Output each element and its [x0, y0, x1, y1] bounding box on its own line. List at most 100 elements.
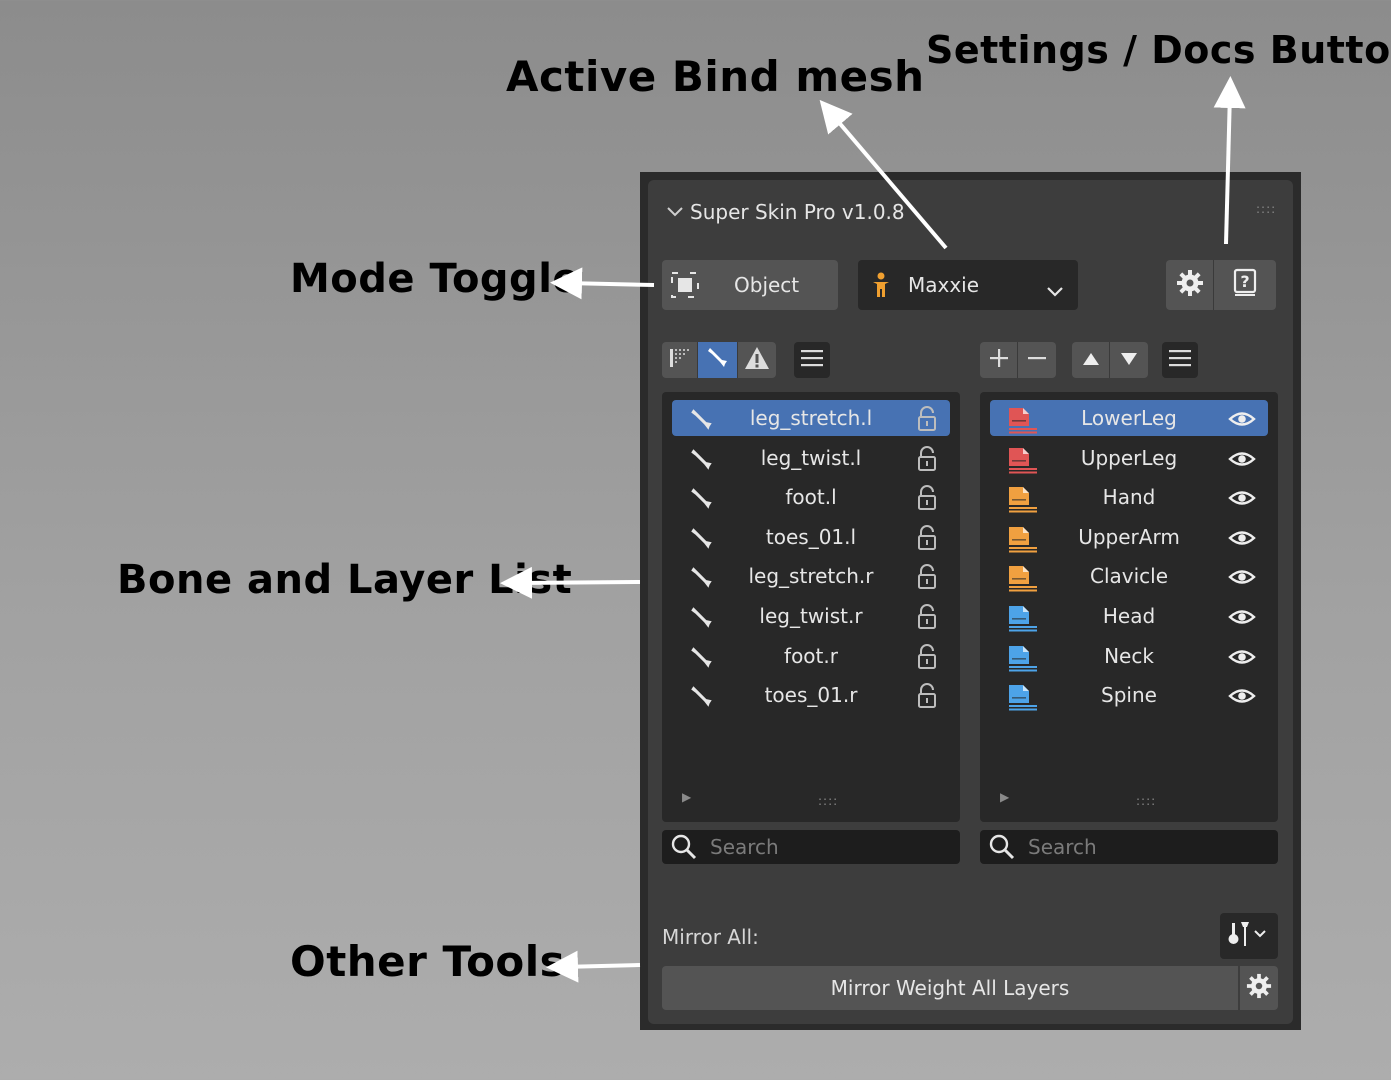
bone-list-item[interactable]: leg_stretch.l	[672, 400, 950, 436]
layer-list[interactable]: ▶ :::: LowerLegUpperLegHandUpperArmClavi…	[980, 392, 1278, 822]
panel-header[interactable]: Super Skin Pro v1.0.8	[666, 200, 905, 224]
bone-list[interactable]: ▶ :::: leg_stretch.lleg_twist.lfoot.ltoe…	[662, 392, 960, 822]
eye-icon[interactable]	[1228, 606, 1256, 633]
svg-text:?: ?	[1240, 272, 1249, 291]
search-icon	[988, 833, 1016, 866]
search-placeholder: Search	[1028, 835, 1097, 859]
layer-search-input[interactable]: Search	[980, 830, 1278, 864]
layer-list-item[interactable]: LowerLeg	[990, 400, 1268, 436]
tools-dropdown-button[interactable]	[1220, 913, 1278, 959]
layer-name: UpperLeg	[1080, 445, 1178, 470]
bone-list-item[interactable]: leg_twist.r	[672, 598, 950, 634]
annotation-other-tools: Other Tools	[290, 937, 566, 986]
layer-list-item[interactable]: Clavicle	[990, 558, 1268, 594]
armature-person-icon	[870, 272, 892, 303]
gear-icon	[1176, 269, 1204, 301]
layer-list-item[interactable]: Hand	[990, 479, 1268, 515]
remove-layer-button[interactable]	[1018, 342, 1056, 378]
triangle-up-icon	[1082, 351, 1100, 370]
search-placeholder: Search	[710, 835, 779, 859]
unlock-icon[interactable]	[916, 683, 938, 714]
layer-list-item[interactable]: UpperArm	[990, 519, 1268, 555]
layer-list-item[interactable]: UpperLeg	[990, 440, 1268, 476]
bone-list-item[interactable]: leg_stretch.r	[672, 558, 950, 594]
filter-warning-button[interactable]	[738, 342, 776, 378]
help-book-icon: ?	[1232, 268, 1258, 302]
bone-list-item[interactable]: foot.r	[672, 638, 950, 674]
bone-list-menu-button[interactable]	[794, 342, 830, 378]
gear-icon	[1246, 973, 1272, 1004]
annotation-active-bind-mesh: Active Bind mesh	[506, 52, 925, 101]
bone-list-item[interactable]: toes_01.l	[672, 519, 950, 555]
search-icon	[670, 833, 698, 866]
eye-icon[interactable]	[1228, 566, 1256, 593]
panel-title: Super Skin Pro v1.0.8	[690, 200, 905, 224]
eye-icon[interactable]	[1228, 527, 1256, 554]
bone-name: leg_stretch.r	[748, 564, 874, 589]
chevron-down-icon	[666, 203, 684, 222]
mode-label: Object	[734, 273, 800, 297]
unlock-icon[interactable]	[916, 445, 938, 477]
add-layer-button[interactable]	[980, 342, 1018, 378]
layer-name: Spine	[1101, 683, 1157, 708]
filter-grid-button[interactable]	[662, 342, 698, 378]
chevron-down-icon	[1046, 279, 1064, 303]
bone-name: leg_twist.l	[760, 445, 862, 470]
layer-list-menu-button[interactable]	[1162, 342, 1198, 378]
vertex-group-icon	[668, 346, 692, 374]
settings-button[interactable]	[1166, 260, 1214, 310]
layer-list-item[interactable]: Spine	[990, 677, 1268, 713]
annotation-mode-toggle: Mode Toggle	[290, 256, 581, 302]
drag-handle-icon[interactable]: ::::	[1256, 202, 1276, 216]
bone-list-item[interactable]: leg_twist.l	[672, 440, 950, 476]
bone-search-input[interactable]: Search	[662, 830, 960, 864]
annotation-bone-layer-list: Bone and Layer List	[117, 557, 573, 603]
bone-list-item[interactable]: foot.l	[672, 479, 950, 515]
triangle-down-icon	[1120, 351, 1138, 370]
unlock-icon[interactable]	[916, 524, 938, 556]
mesh-name: Maxxie	[908, 273, 980, 297]
move-layer-down-button[interactable]	[1110, 342, 1148, 378]
layer-name: LowerLeg	[1081, 406, 1177, 430]
move-layer-up-button[interactable]	[1072, 342, 1110, 378]
list-resize-handle-icon[interactable]: ::::	[1136, 794, 1156, 808]
unlock-icon[interactable]	[916, 406, 938, 437]
bone-list-item[interactable]: toes_01.r	[672, 677, 950, 713]
warning-icon	[743, 345, 771, 375]
annotation-settings-docs: Settings / Docs Button	[926, 28, 1391, 72]
unlock-icon[interactable]	[916, 564, 938, 595]
layer-name: Neck	[1104, 643, 1154, 668]
mesh-selector-dropdown[interactable]: Maxxie	[858, 260, 1078, 310]
bone-name: leg_stretch.l	[749, 406, 873, 430]
bone-name: foot.l	[785, 485, 837, 510]
mirror-settings-button[interactable]	[1240, 966, 1278, 1010]
mode-toggle-button[interactable]: Object	[662, 260, 838, 310]
expand-arrow-icon[interactable]: ▶	[1000, 790, 1009, 804]
layer-move-group	[1072, 342, 1148, 378]
layer-list-item[interactable]: Neck	[990, 638, 1268, 674]
docs-button[interactable]: ?	[1214, 260, 1276, 310]
eye-icon[interactable]	[1228, 448, 1256, 475]
object-mode-icon	[670, 271, 700, 304]
bone-name: toes_01.l	[765, 524, 857, 549]
list-resize-handle-icon[interactable]: ::::	[818, 794, 838, 808]
unlock-icon[interactable]	[916, 604, 938, 635]
unlock-icon[interactable]	[916, 485, 938, 516]
mirror-all-label: Mirror All:	[662, 925, 759, 949]
eye-icon[interactable]	[1228, 685, 1256, 712]
minus-icon	[1027, 348, 1047, 372]
settings-docs-group: ?	[1166, 260, 1276, 310]
bone-name: toes_01.r	[764, 683, 858, 708]
bone-name: foot.r	[784, 643, 838, 668]
layer-list-item[interactable]: Head	[990, 598, 1268, 634]
eye-icon[interactable]	[1228, 487, 1256, 514]
eye-icon[interactable]	[1228, 408, 1256, 435]
expand-arrow-icon[interactable]: ▶	[682, 790, 691, 804]
filter-bone-button[interactable]	[698, 342, 738, 378]
mirror-weight-all-layers-button[interactable]: Mirror Weight All Layers	[662, 966, 1238, 1010]
bone-filter-group	[662, 342, 776, 378]
eye-icon[interactable]	[1228, 646, 1256, 673]
unlock-icon[interactable]	[916, 643, 938, 675]
layer-name: UpperArm	[1078, 524, 1180, 549]
panel-body: Super Skin Pro v1.0.8 :::: Object Maxxie	[648, 180, 1293, 1024]
